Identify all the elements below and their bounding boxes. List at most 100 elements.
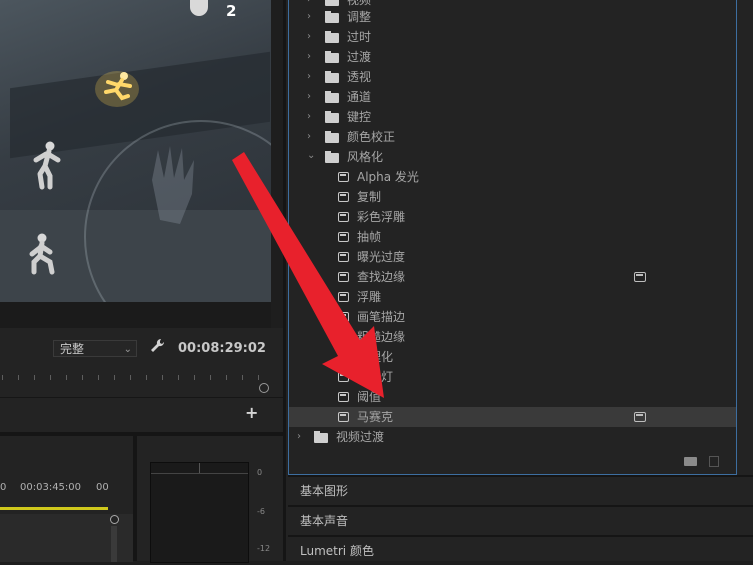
tree-folder-label: 风格化 xyxy=(347,150,384,164)
effect-label: 查找边缘 xyxy=(357,270,406,284)
meter-divider xyxy=(199,463,200,473)
tree-folder-label: 透视 xyxy=(347,70,372,84)
tree-folder-channel[interactable]: › 通道 xyxy=(289,87,736,107)
folder-icon xyxy=(325,11,339,23)
effect-item-solarize[interactable]: 曝光过度 xyxy=(289,247,736,267)
meter-label-0: 0 xyxy=(257,468,263,477)
folder-icon xyxy=(325,31,339,43)
effect-item-texturize[interactable]: 纹理化 xyxy=(289,347,736,367)
effect-icon xyxy=(338,172,349,182)
tree-folder-label: 过渡 xyxy=(347,50,372,64)
white-figure-upper xyxy=(33,141,61,190)
effect-icon xyxy=(338,192,349,202)
timeline-time-label-mid: 00:03:45:00 xyxy=(20,482,82,493)
new-bin-icon[interactable] xyxy=(684,457,697,466)
effect-icon xyxy=(338,272,349,282)
chevron-right-icon: › xyxy=(307,11,311,22)
folder-icon xyxy=(325,0,339,6)
work-area-bar[interactable] xyxy=(0,507,108,510)
timeline-panel: 0 00:03:45:00 00 xyxy=(0,436,133,562)
folder-icon xyxy=(325,151,339,163)
panel-essential-graphics[interactable]: 基本图形 xyxy=(288,475,753,505)
monitor-time-ruler[interactable] xyxy=(0,375,270,383)
tree-folder-keying[interactable]: › 键控 xyxy=(289,107,736,127)
tree-folder-transition[interactable]: › 过渡 xyxy=(289,47,736,67)
tree-folder-label: 通道 xyxy=(347,90,372,104)
trash-icon[interactable] xyxy=(709,456,719,467)
zoom-scroll-handle[interactable] xyxy=(259,383,269,393)
effect-icon xyxy=(338,412,349,422)
tree-folder-video-transitions[interactable]: › 视频过渡 xyxy=(289,427,736,447)
playback-resolution-value: 完整 xyxy=(60,342,85,356)
effect-label: 阈值 xyxy=(357,390,382,404)
effect-item-strobe-light[interactable]: 闪光灯 xyxy=(289,367,736,387)
plus-icon[interactable]: + xyxy=(245,403,258,422)
effect-item-posterize-time[interactable]: 抽帧 xyxy=(289,227,736,247)
tree-folder-perspective[interactable]: › 透视 xyxy=(289,67,736,87)
folder-icon xyxy=(325,91,339,103)
glowing-runner-figure xyxy=(95,71,139,107)
chevron-down-icon: ⌄ xyxy=(123,344,132,355)
effect-item-replicate[interactable]: 复制 xyxy=(289,187,736,207)
effect-label: Alpha 发光 xyxy=(357,170,419,184)
tree-folder-label: 颜色校正 xyxy=(347,130,396,144)
gpu-accelerated-icon xyxy=(634,412,646,422)
meter-header-line xyxy=(151,473,248,474)
timeline-time-label-right: 00 xyxy=(96,482,109,493)
folder-icon xyxy=(325,131,339,143)
effect-icon xyxy=(338,232,349,242)
effect-label: 马赛克 xyxy=(357,410,394,424)
folder-icon xyxy=(325,71,339,83)
effect-item-threshold[interactable]: 阈值 xyxy=(289,387,736,407)
effect-label: 曝光过度 xyxy=(357,250,406,264)
tree-folder-adjust[interactable]: › 调整 xyxy=(289,7,736,27)
effects-tree: › 视频 › 调整 › 过时 › 过渡 › 透视 › 通道 › 键控 › 颜色校… xyxy=(288,0,737,475)
playhead-timecode[interactable]: 00:08:29:02 xyxy=(178,341,266,356)
effect-label: 画笔描边 xyxy=(357,310,406,324)
divider xyxy=(0,397,283,398)
timeline-time-label-left: 0 xyxy=(0,482,7,493)
chevron-right-icon: › xyxy=(307,131,311,142)
effect-item-roughen-edges[interactable]: 粗糙边缘 xyxy=(289,327,736,347)
folder-icon xyxy=(314,431,328,443)
tree-folder-obsolete[interactable]: › 过时 xyxy=(289,27,736,47)
timeline-zoom-handle[interactable] xyxy=(110,515,119,524)
effect-item-color-emboss[interactable]: 彩色浮雕 xyxy=(289,207,736,227)
effect-icon xyxy=(338,372,349,382)
folder-icon xyxy=(325,51,339,63)
program-monitor-video[interactable]: 2 xyxy=(0,0,271,302)
effect-icon xyxy=(338,392,349,402)
wrench-icon[interactable] xyxy=(150,338,166,358)
effect-item-emboss[interactable]: 浮雕 xyxy=(289,287,736,307)
chevron-down-icon: ⌄ xyxy=(307,150,316,161)
effect-label: 粗糙边缘 xyxy=(357,330,406,344)
audio-meter-panel: 0 -6 -12 xyxy=(137,436,283,563)
chevron-right-icon: › xyxy=(297,431,301,442)
effect-item-alpha-glow[interactable]: Alpha 发光 xyxy=(289,167,736,187)
effect-item-brush-strokes[interactable]: 画笔描边 xyxy=(289,307,736,327)
tree-folder-label: 视频过渡 xyxy=(336,430,385,444)
meter-label-6: -6 xyxy=(257,507,265,516)
timeline-vertical-scrollbar[interactable] xyxy=(111,526,117,562)
effect-icon xyxy=(338,312,349,322)
effect-label: 浮雕 xyxy=(357,290,382,304)
effect-label: 彩色浮雕 xyxy=(357,210,406,224)
monitor-bottom-strip xyxy=(0,302,271,328)
chevron-right-icon: › xyxy=(307,31,311,42)
tree-folder-color-correction[interactable]: › 颜色校正 xyxy=(289,127,736,147)
panel-lumetri-color[interactable]: Lumetri 颜色 xyxy=(288,535,753,561)
folder-icon xyxy=(325,111,339,123)
chevron-right-icon: › xyxy=(307,71,311,82)
effect-icon xyxy=(338,292,349,302)
tree-folder-label: 过时 xyxy=(347,30,372,44)
tree-folder-stylize[interactable]: ⌄ 风格化 xyxy=(289,147,736,167)
effect-item-mosaic[interactable]: 马赛克 xyxy=(289,407,736,427)
effect-label: 闪光灯 xyxy=(357,370,394,384)
chevron-right-icon: › xyxy=(307,51,311,62)
meter-label-12: -12 xyxy=(257,544,271,553)
ghost-hand-shape xyxy=(152,146,194,224)
playback-resolution-dropdown[interactable]: 完整 ⌄ xyxy=(53,340,137,357)
effect-item-find-edges[interactable]: 查找边缘 xyxy=(289,267,736,287)
panel-essential-sound[interactable]: 基本声音 xyxy=(288,505,753,535)
audio-meter-display xyxy=(150,462,249,563)
